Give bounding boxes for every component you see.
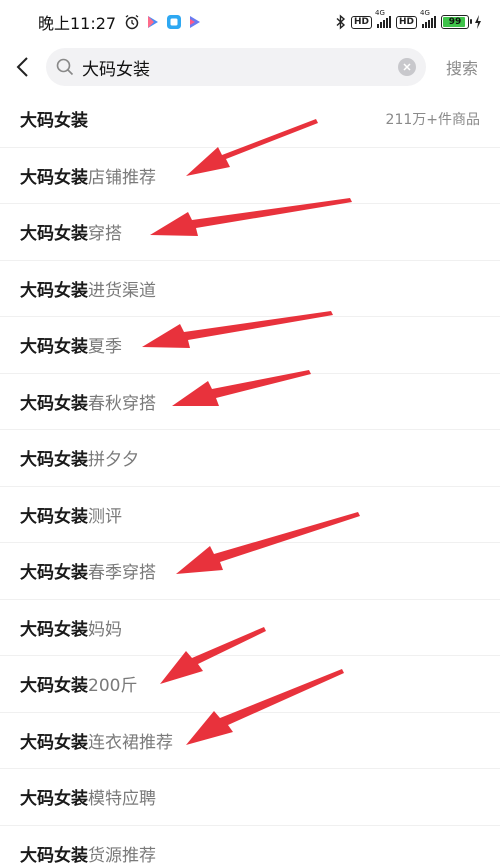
search-icon — [56, 58, 74, 76]
suggestion-suffix: 进货渠道 — [88, 280, 156, 301]
suggestion-keyword: 大码女装 — [20, 111, 88, 132]
suggestion-keyword: 大码女装 — [20, 450, 88, 471]
status-right: HD 4G HD 4G 99 — [336, 9, 482, 30]
app-square-icon — [167, 15, 182, 29]
suggestion-suffix: 货源推荐 — [88, 846, 156, 867]
suggestion-item[interactable]: 大码女装 夏季 — [0, 317, 500, 374]
video-app-icon — [190, 16, 201, 28]
bluetooth-icon — [336, 14, 346, 30]
suggestion-suffix: 春季穿搭 — [88, 563, 156, 584]
battery-level: 99 — [448, 17, 462, 27]
suggestion-keyword: 大码女装 — [20, 619, 88, 640]
suggestion-keyword: 大码女装 — [20, 846, 88, 867]
chevron-left-icon — [16, 57, 28, 77]
suggestion-keyword: 大码女装 — [20, 280, 88, 301]
suggestion-keyword: 大码女装 — [20, 224, 88, 245]
search-input[interactable]: 大码女装 — [46, 48, 426, 86]
suggestion-keyword: 大码女装 — [20, 167, 88, 188]
suggestion-keyword: 大码女装 — [20, 563, 88, 584]
suggestion-item[interactable]: 大码女装 春季穿搭 — [0, 543, 500, 600]
status-bar: 晚上11:27 HD 4G HD 4G 99 — [0, 0, 500, 44]
suggestion-item[interactable]: 大码女装 店铺推荐 — [0, 148, 500, 204]
suggestion-suffix: 测评 — [88, 506, 122, 527]
suggestion-keyword: 大码女装 — [20, 732, 88, 753]
suggestion-suffix: 连衣裙推荐 — [88, 732, 173, 753]
suggestion-suffix: 春秋穿搭 — [88, 393, 156, 414]
suggestion-keyword: 大码女装 — [20, 337, 88, 358]
charging-icon — [475, 15, 481, 29]
suggestion-list: 大码女装 211万+件商品 大码女装 店铺推荐 大码女装 穿搭 大码女装 进货渠道 大… — [0, 91, 500, 867]
suggestion-item[interactable]: 大码女装 200斤 — [0, 656, 500, 713]
suggestion-suffix: 店铺推荐 — [88, 167, 156, 188]
search-query[interactable]: 大码女装 — [82, 55, 398, 80]
notification-icons — [124, 14, 202, 30]
suggestion-item[interactable]: 大码女装 妈妈 — [0, 600, 500, 656]
suggestion-item[interactable]: 大码女装 春秋穿搭 — [0, 374, 500, 430]
suggestion-keyword: 大码女装 — [20, 393, 88, 414]
suggestion-item[interactable]: 大码女装 模特应聘 — [0, 769, 500, 826]
suggestion-suffix: 模特应聘 — [88, 789, 156, 810]
search-header: 大码女装 搜索 — [0, 44, 500, 90]
suggestion-suffix: 夏季 — [88, 337, 122, 358]
suggestion-suffix: 拼夕夕 — [88, 450, 139, 471]
status-time: 晚上11:27 — [38, 14, 117, 33]
suggestion-suffix: 200斤 — [88, 676, 138, 697]
back-button[interactable] — [0, 44, 46, 90]
suggestion-item[interactable]: 大码女装 货源推荐 — [0, 826, 500, 867]
suggestion-keyword: 大码女装 — [20, 676, 88, 697]
suggestion-suffix: 妈妈 — [88, 619, 122, 640]
network-type: 4G — [374, 9, 385, 17]
battery-icon: 99 — [441, 15, 472, 29]
suggestion-item[interactable]: 大码女装 进货渠道 — [0, 261, 500, 317]
suggestion-keyword: 大码女装 — [20, 506, 88, 527]
suggestion-item[interactable]: 大码女装 211万+件商品 — [0, 91, 500, 148]
close-icon — [403, 63, 411, 71]
play-store-icon — [148, 16, 159, 28]
network-type: 4G — [420, 9, 430, 17]
result-count: 211万+件商品 — [385, 111, 480, 128]
suggestion-item[interactable]: 大码女装 穿搭 — [0, 204, 500, 261]
search-button[interactable]: 搜索 — [446, 55, 478, 79]
signal-icon: 4G — [420, 9, 436, 28]
suggestion-item[interactable]: 大码女装 拼夕夕 — [0, 430, 500, 487]
hd-badge: HD — [350, 15, 372, 29]
suggestion-item[interactable]: 大码女装 连衣裙推荐 — [0, 713, 500, 769]
suggestion-item[interactable]: 大码女装 测评 — [0, 487, 500, 543]
suggestion-keyword: 大码女装 — [20, 789, 88, 810]
hd-badge: HD — [395, 15, 417, 29]
alarm-icon — [125, 14, 139, 30]
suggestion-suffix: 穿搭 — [88, 224, 122, 245]
clear-button[interactable] — [398, 58, 416, 76]
signal-icon: 4G — [375, 9, 391, 28]
